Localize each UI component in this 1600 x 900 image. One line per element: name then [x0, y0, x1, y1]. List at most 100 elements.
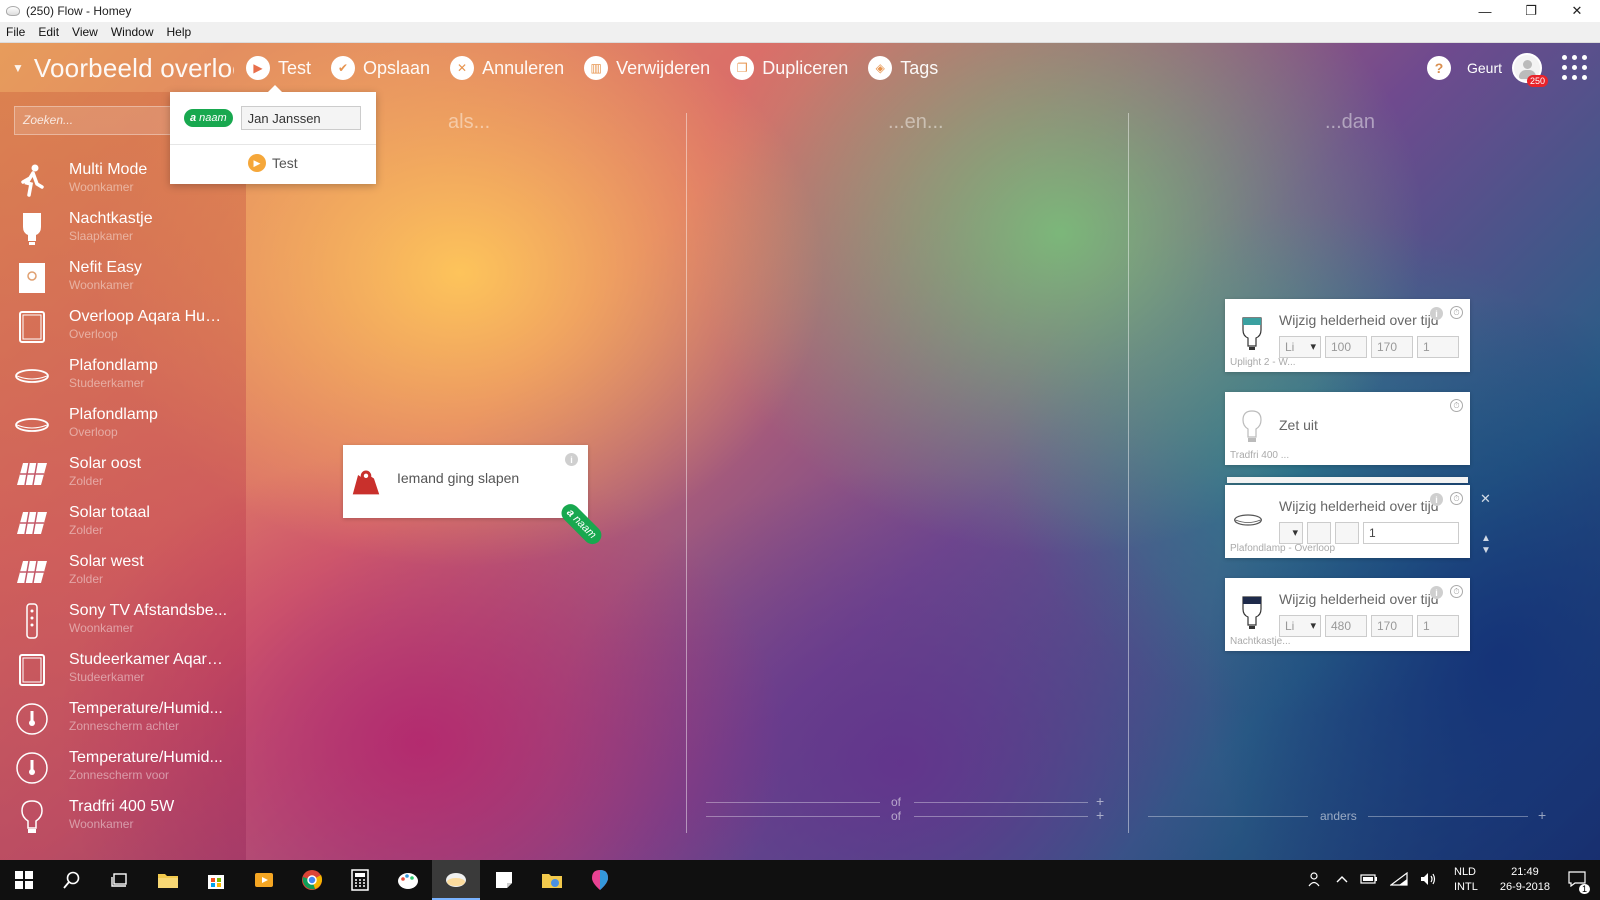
remove-card-button[interactable]: ✕: [1480, 491, 1491, 507]
menu-window[interactable]: Window: [105, 25, 161, 39]
user-name[interactable]: Geurt: [1467, 60, 1502, 76]
value-field[interactable]: 100: [1325, 336, 1367, 358]
info-icon[interactable]: i: [1430, 586, 1443, 599]
duplicate-button[interactable]: ❐ Dupliceren: [730, 56, 848, 80]
list-item[interactable]: Plafondlamp Overloop: [0, 401, 246, 450]
toolbar-user-area: ? Geurt 250: [1426, 52, 1588, 87]
info-icon[interactable]: i: [565, 453, 578, 466]
clock[interactable]: 21:49 26-9-2018: [1500, 865, 1550, 895]
duration-field[interactable]: 170: [1371, 615, 1413, 637]
mode-select[interactable]: Li: [1279, 336, 1321, 358]
list-item[interactable]: Overloop Aqara Hum... Overloop: [0, 303, 246, 352]
minimize-button[interactable]: —: [1462, 0, 1508, 22]
menu-edit[interactable]: Edit: [32, 25, 66, 39]
duration-field[interactable]: 170: [1371, 336, 1413, 358]
flow-title-dropdown[interactable]: ▼ Voorbeeld overloop: [12, 51, 234, 85]
chevron-up-icon[interactable]: [1336, 874, 1348, 887]
action-center-icon[interactable]: 1: [1568, 870, 1590, 894]
trigger-card[interactable]: Iemand ging slapen i a naam: [343, 445, 606, 548]
windows-icon: [15, 871, 33, 889]
maps-icon[interactable]: [576, 860, 624, 900]
amount-field[interactable]: 1: [1417, 336, 1459, 358]
search-input[interactable]: Zoeken...: [14, 106, 174, 135]
mode-select[interactable]: [1279, 522, 1303, 544]
task-view-icon[interactable]: [96, 860, 144, 900]
store-icon[interactable]: [192, 860, 240, 900]
list-item[interactable]: Nachtkastje Slaapkamer: [0, 205, 246, 254]
calculator-icon[interactable]: [336, 860, 384, 900]
action-card[interactable]: Wijzig helderheid over tijd i ⏱ Li 100 1…: [1225, 299, 1470, 372]
token-value-input[interactable]: [240, 106, 361, 130]
timer-icon[interactable]: ⏱: [1450, 585, 1463, 598]
media-player-icon[interactable]: [240, 860, 288, 900]
value-field[interactable]: [1307, 522, 1331, 544]
homey-taskbar-icon[interactable]: [432, 860, 480, 900]
paint-icon[interactable]: [384, 860, 432, 900]
volume-icon[interactable]: [1420, 872, 1438, 889]
duration-field[interactable]: [1335, 522, 1359, 544]
timer-icon[interactable]: ⏱: [1450, 492, 1463, 505]
list-item[interactable]: Temperature/Humid... Zonnescherm achter: [0, 695, 246, 744]
delete-button[interactable]: ▥ Verwijderen: [584, 56, 710, 80]
info-icon[interactable]: i: [1430, 493, 1443, 506]
device-name: Plafondlamp: [69, 357, 158, 374]
action-card[interactable]: Wijzig helderheid over tijd i ⏱ Li 480 1…: [1225, 578, 1470, 651]
menu-help[interactable]: Help: [161, 25, 199, 39]
add-else-button[interactable]: +: [1538, 807, 1546, 823]
wifi-icon[interactable]: [1389, 871, 1408, 889]
list-item[interactable]: Temperature/Humid... Zonnescherm voor: [0, 744, 246, 793]
test-button[interactable]: ▶ Test: [246, 56, 311, 80]
timer-icon[interactable]: ⏱: [1450, 306, 1463, 319]
action-card-title: Zet uit: [1279, 417, 1318, 433]
list-item[interactable]: Tradfri 400 5W Woonkamer: [0, 793, 246, 842]
save-button[interactable]: ✔ Opslaan: [331, 56, 430, 80]
action-card[interactable]: Wijzig helderheid over tijd i ⏱ 1 Plafon…: [1225, 485, 1470, 558]
amount-stepper[interactable]: 1: [1363, 522, 1459, 544]
list-item[interactable]: Solar west Zolder: [0, 548, 246, 597]
chrome-icon[interactable]: [288, 860, 336, 900]
move-down-button[interactable]: ▼: [1481, 545, 1491, 556]
avatar[interactable]: 250: [1512, 53, 1548, 87]
timer-icon[interactable]: ⏱: [1450, 399, 1463, 412]
help-icon[interactable]: ?: [1426, 56, 1451, 80]
list-item[interactable]: Solar totaal Zolder: [0, 499, 246, 548]
add-or-button[interactable]: +: [1096, 807, 1104, 823]
menu-view[interactable]: View: [66, 25, 105, 39]
play-icon: ▶: [246, 56, 270, 80]
list-item[interactable]: Solar oost Zolder: [0, 450, 246, 499]
action-card-device: Nachtkastje...: [1230, 636, 1291, 647]
list-item[interactable]: Sony TV Afstandsbe... Woonkamer: [0, 597, 246, 646]
amount-field[interactable]: 1: [1417, 615, 1459, 637]
file-explorer-icon[interactable]: [144, 860, 192, 900]
sticky-notes-icon[interactable]: [480, 860, 528, 900]
battery-icon[interactable]: [1360, 873, 1378, 887]
people-icon[interactable]: [1308, 871, 1324, 890]
spotlight-bulb-icon: [1237, 315, 1267, 353]
trigger-token-tag[interactable]: a naam: [558, 500, 606, 548]
info-icon[interactable]: i: [1430, 307, 1443, 320]
naam-token: a naam: [184, 109, 233, 127]
tags-button[interactable]: ◈ Tags: [868, 56, 938, 80]
clock-time: 21:49: [1511, 866, 1539, 878]
menu-file[interactable]: File: [0, 25, 32, 39]
action-card[interactable]: Zet uit ⏱ Tradfri 400 ...: [1225, 392, 1470, 465]
popup-test-button[interactable]: ▶ Test: [248, 154, 298, 172]
cancel-button[interactable]: ✕ Annuleren: [450, 56, 564, 80]
move-up-button[interactable]: ▲: [1481, 533, 1491, 544]
close-window-button[interactable]: ✕: [1554, 0, 1600, 22]
mode-select[interactable]: Li: [1279, 615, 1321, 637]
start-button[interactable]: [0, 860, 48, 900]
value-field[interactable]: 480: [1325, 615, 1367, 637]
search-icon[interactable]: [48, 860, 96, 900]
or-label: of: [891, 809, 902, 823]
input-language[interactable]: NLD INTL: [1454, 865, 1478, 895]
folder-app-icon[interactable]: [528, 860, 576, 900]
map-marker-icon: [351, 463, 381, 501]
bulb-icon: [14, 211, 50, 247]
apps-grid-icon[interactable]: [1562, 55, 1588, 81]
list-item[interactable]: Plafondlamp Studeerkamer: [0, 352, 246, 401]
list-item[interactable]: Studeerkamer Aqara... Studeerkamer: [0, 646, 246, 695]
maximize-button[interactable]: ❐: [1508, 0, 1554, 22]
device-name: Nachtkastje: [69, 210, 153, 227]
list-item[interactable]: Nefit Easy Woonkamer: [0, 254, 246, 303]
